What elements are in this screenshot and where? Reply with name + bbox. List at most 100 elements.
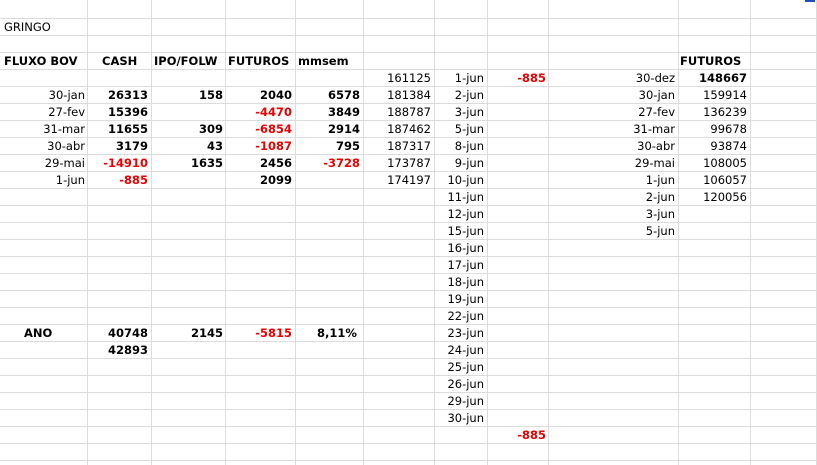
row-ipo[interactable]: 309 xyxy=(152,121,223,138)
grid-row-line xyxy=(0,443,817,444)
june-date[interactable]: 9-jun xyxy=(435,155,484,172)
june-date[interactable]: 1-jun xyxy=(435,70,484,87)
june-date[interactable]: 3-jun xyxy=(435,104,484,121)
right-value[interactable]: 159914 xyxy=(680,87,747,104)
row-ipo[interactable]: 158 xyxy=(152,87,223,104)
june-date[interactable]: 22-jun xyxy=(435,308,484,325)
june-date[interactable]: 30-jun xyxy=(435,410,484,427)
june-date[interactable]: 25-jun xyxy=(435,359,484,376)
right-value[interactable]: 106057 xyxy=(680,172,747,189)
row-cash[interactable]: 3179 xyxy=(88,138,148,155)
june-date[interactable]: 2-jun xyxy=(435,87,484,104)
mid-value[interactable]: 187462 xyxy=(364,121,431,138)
june-date[interactable]: 26-jun xyxy=(435,376,484,393)
june-date[interactable]: 10-jun xyxy=(435,172,484,189)
row-date[interactable]: 1-jun xyxy=(20,172,85,189)
row-ipo[interactable]: 1635 xyxy=(152,155,223,172)
right-date[interactable]: 29-mai xyxy=(600,155,675,172)
june-date[interactable]: 15-jun xyxy=(435,223,484,240)
row-mmsem[interactable]: 2914 xyxy=(296,121,360,138)
june-first-value[interactable]: -885 xyxy=(488,70,546,87)
june-date[interactable]: 17-jun xyxy=(435,257,484,274)
row-date[interactable]: 29-mai xyxy=(20,155,85,172)
mid-value[interactable]: 173787 xyxy=(364,155,431,172)
ano-cash-total[interactable]: 42893 xyxy=(88,342,148,359)
row-date[interactable]: 31-mar xyxy=(20,121,85,138)
right-date[interactable]: 2-jun xyxy=(600,189,675,206)
right-value[interactable]: 108005 xyxy=(680,155,747,172)
ano-mmsem-percent[interactable]: 8,11% xyxy=(317,325,377,342)
header-futuros[interactable]: FUTUROS xyxy=(228,53,294,70)
right-date[interactable]: 3-jun xyxy=(600,206,675,223)
june-date[interactable]: 24-jun xyxy=(435,342,484,359)
header-cash[interactable]: CASH xyxy=(102,53,152,70)
row-mmsem[interactable]: -3728 xyxy=(296,155,360,172)
june-date[interactable]: 12-jun xyxy=(435,206,484,223)
june-date[interactable]: 16-jun xyxy=(435,240,484,257)
row-futuros[interactable]: -6854 xyxy=(226,121,292,138)
right-date[interactable]: 31-mar xyxy=(600,121,675,138)
right-date[interactable]: 30-jan xyxy=(600,87,675,104)
june-date[interactable]: 11-jun xyxy=(435,189,484,206)
mid-value[interactable]: 174197 xyxy=(364,172,431,189)
row-mmsem[interactable] xyxy=(296,172,360,189)
row-date[interactable]: 30-jan xyxy=(20,87,85,104)
spreadsheet-grid[interactable]: GRINGO FLUXO BOV CASH IPO/FOLW FUTUROS m… xyxy=(0,0,817,465)
row-futuros[interactable]: 2099 xyxy=(226,172,292,189)
row-cash[interactable]: 26313 xyxy=(88,87,148,104)
ano-cash[interactable]: 40748 xyxy=(88,325,148,342)
right-value[interactable]: 99678 xyxy=(680,121,747,138)
row-date[interactable]: 27-fev xyxy=(20,104,85,121)
june-date[interactable]: 8-jun xyxy=(435,138,484,155)
june-date[interactable]: 5-jun xyxy=(435,121,484,138)
mid-value[interactable]: 187317 xyxy=(364,138,431,155)
right-value[interactable]: 148667 xyxy=(680,70,747,87)
row-ipo[interactable]: 43 xyxy=(152,138,223,155)
mid-value[interactable]: 161125 xyxy=(364,70,431,87)
june-date[interactable]: 19-jun xyxy=(435,291,484,308)
june-total-value[interactable]: -885 xyxy=(488,427,546,444)
mid-value[interactable]: 188787 xyxy=(364,104,431,121)
ano-ipo[interactable]: 2145 xyxy=(152,325,223,342)
row-cash[interactable]: -885 xyxy=(88,172,148,189)
row-cash[interactable]: -14910 xyxy=(88,155,148,172)
right-value[interactable]: 136239 xyxy=(680,104,747,121)
right-date[interactable]: 30-abr xyxy=(600,138,675,155)
row-mmsem[interactable]: 3849 xyxy=(296,104,360,121)
row-cash[interactable]: 11655 xyxy=(88,121,148,138)
grid-row-line xyxy=(0,392,817,393)
row-cash[interactable]: 15396 xyxy=(88,104,148,121)
ano-futuros[interactable]: -5815 xyxy=(226,325,292,342)
grid-row-line xyxy=(0,256,817,257)
header-fluxo-bov[interactable]: FLUXO BOV xyxy=(4,53,86,70)
row-date[interactable]: 30-abr xyxy=(20,138,85,155)
header-mmsem[interactable]: mmsem xyxy=(298,53,362,70)
right-date[interactable]: 30-dez xyxy=(600,70,675,87)
row-ipo[interactable] xyxy=(152,104,223,121)
mid-value[interactable]: 181384 xyxy=(364,87,431,104)
grid-row-line xyxy=(0,460,817,461)
right-date[interactable]: 1-jun xyxy=(600,172,675,189)
right-date[interactable]: 27-fev xyxy=(600,104,675,121)
june-date[interactable]: 18-jun xyxy=(435,274,484,291)
ano-label[interactable]: ANO xyxy=(24,325,74,342)
right-value[interactable] xyxy=(680,223,747,240)
row-futuros[interactable]: -4470 xyxy=(226,104,292,121)
selection-corner-indicator xyxy=(805,0,815,2)
right-value[interactable] xyxy=(680,206,747,223)
june-date[interactable]: 23-jun xyxy=(435,325,484,342)
right-date[interactable]: 5-jun xyxy=(600,223,675,240)
row-futuros[interactable]: 2040 xyxy=(226,87,292,104)
right-value[interactable]: 120056 xyxy=(680,189,747,206)
header-futuros-right[interactable]: FUTUROS xyxy=(680,53,750,70)
row-futuros[interactable]: -1087 xyxy=(226,138,292,155)
row-ipo[interactable] xyxy=(152,172,223,189)
sheet-title-cell[interactable]: GRINGO xyxy=(4,19,84,36)
row-futuros[interactable]: 2456 xyxy=(226,155,292,172)
grid-row-line xyxy=(0,290,817,291)
row-mmsem[interactable]: 795 xyxy=(296,138,360,155)
right-value[interactable]: 93874 xyxy=(680,138,747,155)
june-date[interactable]: 29-jun xyxy=(435,393,484,410)
row-mmsem[interactable]: 6578 xyxy=(296,87,360,104)
header-ipo-folw[interactable]: IPO/FOLW xyxy=(154,53,224,70)
